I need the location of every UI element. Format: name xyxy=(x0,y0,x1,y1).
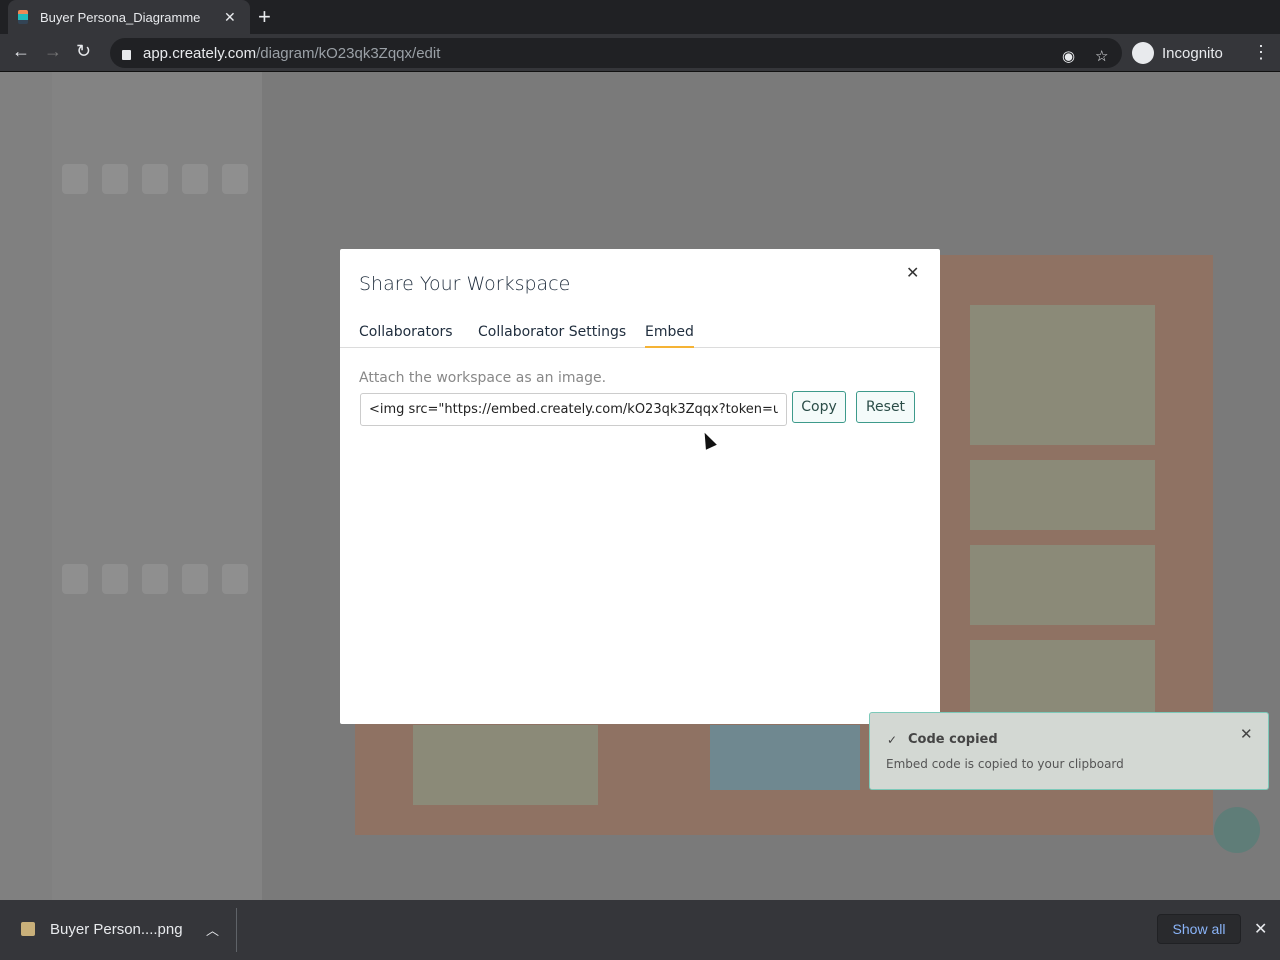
close-icon[interactable]: ✕ xyxy=(906,263,919,283)
browser-tab-bar: Buyer Persona_Diagramme ✕ + xyxy=(0,0,1280,34)
browser-menu-icon[interactable]: ⋮ xyxy=(1252,42,1270,63)
share-workspace-dialog: Share Your Workspace ✕ Collaborators Col… xyxy=(340,249,940,724)
profile-label: Incognito xyxy=(1162,44,1223,62)
board-card xyxy=(710,725,860,790)
shape-thumb xyxy=(222,164,248,194)
tab-title: Buyer Persona_Diagramme xyxy=(40,9,201,25)
tab-collaborators[interactable]: Collaborators xyxy=(359,324,453,348)
lock-icon xyxy=(122,49,131,60)
check-icon: ✓ xyxy=(887,733,898,747)
download-item[interactable]: Buyer Person....png xyxy=(50,921,183,938)
toast-message: Embed code is copied to your clipboard xyxy=(886,757,1124,771)
tracking-blocked-icon[interactable]: ◉ xyxy=(1062,47,1075,65)
toast-close-icon[interactable]: ✕ xyxy=(1240,725,1253,743)
bookmark-star-icon[interactable]: ☆ xyxy=(1095,47,1108,65)
shape-thumb xyxy=(62,564,88,594)
shape-thumb xyxy=(142,164,168,194)
code-copied-toast: ✓ Code copied Embed code is copied to yo… xyxy=(869,712,1269,790)
embed-description: Attach the workspace as an image. xyxy=(359,370,607,386)
divider xyxy=(236,908,237,952)
dialog-title: Share Your Workspace xyxy=(359,273,571,295)
downloads-close-icon[interactable]: ✕ xyxy=(1254,919,1267,939)
embed-code-input[interactable] xyxy=(360,393,787,426)
help-fab-button[interactable] xyxy=(1214,807,1260,853)
creately-favicon-icon xyxy=(18,10,28,24)
address-bar[interactable]: app.creately.com/diagram/kO23qk3Zqqx/edi… xyxy=(110,38,1122,68)
browser-tab[interactable]: Buyer Persona_Diagramme ✕ xyxy=(8,0,250,34)
shape-thumb xyxy=(182,564,208,594)
forward-icon[interactable]: → xyxy=(44,41,62,62)
show-all-button[interactable]: Show all xyxy=(1157,914,1241,944)
shape-thumb xyxy=(102,164,128,194)
board-card xyxy=(970,460,1155,530)
copy-button[interactable]: Copy xyxy=(792,391,846,423)
image-file-icon xyxy=(21,922,35,936)
share-tabs: Collaborators Collaborator Settings Embe… xyxy=(340,321,940,348)
incognito-indicator[interactable]: Incognito xyxy=(1132,38,1223,68)
new-tab-icon[interactable]: + xyxy=(258,4,271,30)
tab-collaborator-settings[interactable]: Collaborator Settings xyxy=(478,324,626,348)
chevron-up-icon[interactable]: ︿ xyxy=(206,920,219,939)
toast-title: Code copied xyxy=(908,732,998,747)
tab-close-icon[interactable]: ✕ xyxy=(224,9,236,26)
shape-thumb xyxy=(182,164,208,194)
board-card xyxy=(970,545,1155,625)
url-host: app.creately.com xyxy=(143,44,257,62)
incognito-icon xyxy=(1132,42,1154,64)
shape-thumb xyxy=(62,164,88,194)
left-toolbar xyxy=(0,72,52,900)
back-icon[interactable]: ← xyxy=(12,41,30,62)
reset-button[interactable]: Reset xyxy=(856,391,915,423)
reload-icon[interactable]: ↻ xyxy=(76,41,91,62)
downloads-bar: Buyer Person....png ︿ Show all ✕ xyxy=(0,900,1280,960)
board-card xyxy=(413,725,598,805)
board-card xyxy=(970,640,1155,720)
shape-thumb xyxy=(222,564,248,594)
shape-library-panel xyxy=(52,72,262,900)
tab-embed[interactable]: Embed xyxy=(645,324,694,348)
shape-thumb xyxy=(102,564,128,594)
browser-toolbar: ← → ↻ app.creately.com/diagram/kO23qk3Zq… xyxy=(0,34,1280,72)
board-card xyxy=(970,305,1155,445)
shape-thumb xyxy=(142,564,168,594)
url-path: /diagram/kO23qk3Zqqx/edit xyxy=(256,44,441,62)
